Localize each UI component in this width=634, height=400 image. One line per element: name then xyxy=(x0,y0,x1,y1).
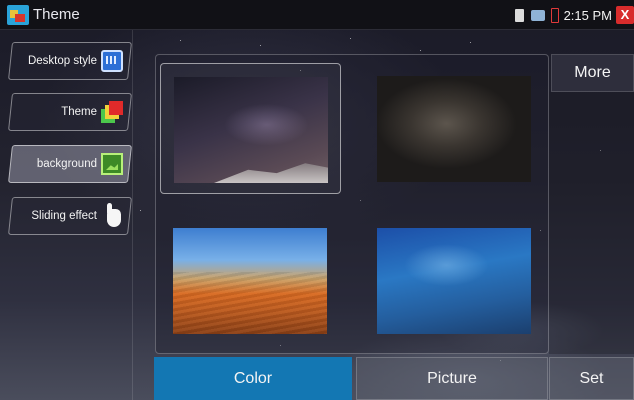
sidebar-item-label: Theme xyxy=(61,106,97,118)
sidebar-item-theme[interactable]: Theme xyxy=(8,93,132,131)
sidebar-item-sliding-effect[interactable]: Sliding effect xyxy=(8,197,132,235)
wallpaper-thumbnail-dark-blur xyxy=(377,76,531,182)
sidebar-item-label: Sliding effect xyxy=(31,210,97,222)
more-button[interactable]: More xyxy=(551,54,634,92)
wallpaper-thumbnail-desert xyxy=(173,228,327,334)
sidebar-item-label: background xyxy=(36,158,97,170)
sidebar-item-desktop-style[interactable]: Desktop style xyxy=(8,42,132,80)
desktop-style-icon xyxy=(101,50,123,72)
sd-card-icon xyxy=(514,8,524,22)
sidebar: Desktop style Theme background Sliding e… xyxy=(0,30,133,400)
close-button[interactable]: X xyxy=(616,6,634,24)
wallpaper-tile[interactable] xyxy=(366,215,547,346)
right-column xyxy=(549,92,634,354)
background-icon xyxy=(101,153,123,175)
sidebar-item-background[interactable]: background xyxy=(8,145,132,183)
wallpaper-tile[interactable] xyxy=(366,63,547,194)
status-area: 2:15 PM X xyxy=(514,0,634,30)
wallpaper-tile[interactable] xyxy=(160,215,341,346)
title-bar: Theme 2:15 PM X xyxy=(0,0,634,30)
set-button[interactable]: Set xyxy=(549,357,634,400)
network-icon xyxy=(530,9,545,21)
wallpaper-panel xyxy=(155,54,549,354)
wallpaper-tile-selected[interactable] xyxy=(160,63,341,194)
tab-color[interactable]: Color xyxy=(154,357,352,400)
sidebar-item-label: Desktop style xyxy=(27,55,97,67)
wallpaper-thumbnail-starry-night xyxy=(174,77,328,183)
battery-icon xyxy=(550,7,559,23)
theme-icon xyxy=(101,101,123,123)
hand-icon xyxy=(101,203,123,229)
tab-picture[interactable]: Picture xyxy=(356,357,548,400)
window-title: Theme xyxy=(33,6,80,23)
wallpaper-thumbnail-blue xyxy=(377,228,531,334)
theme-app-icon xyxy=(7,4,29,25)
clock: 2:15 PM xyxy=(563,7,612,23)
